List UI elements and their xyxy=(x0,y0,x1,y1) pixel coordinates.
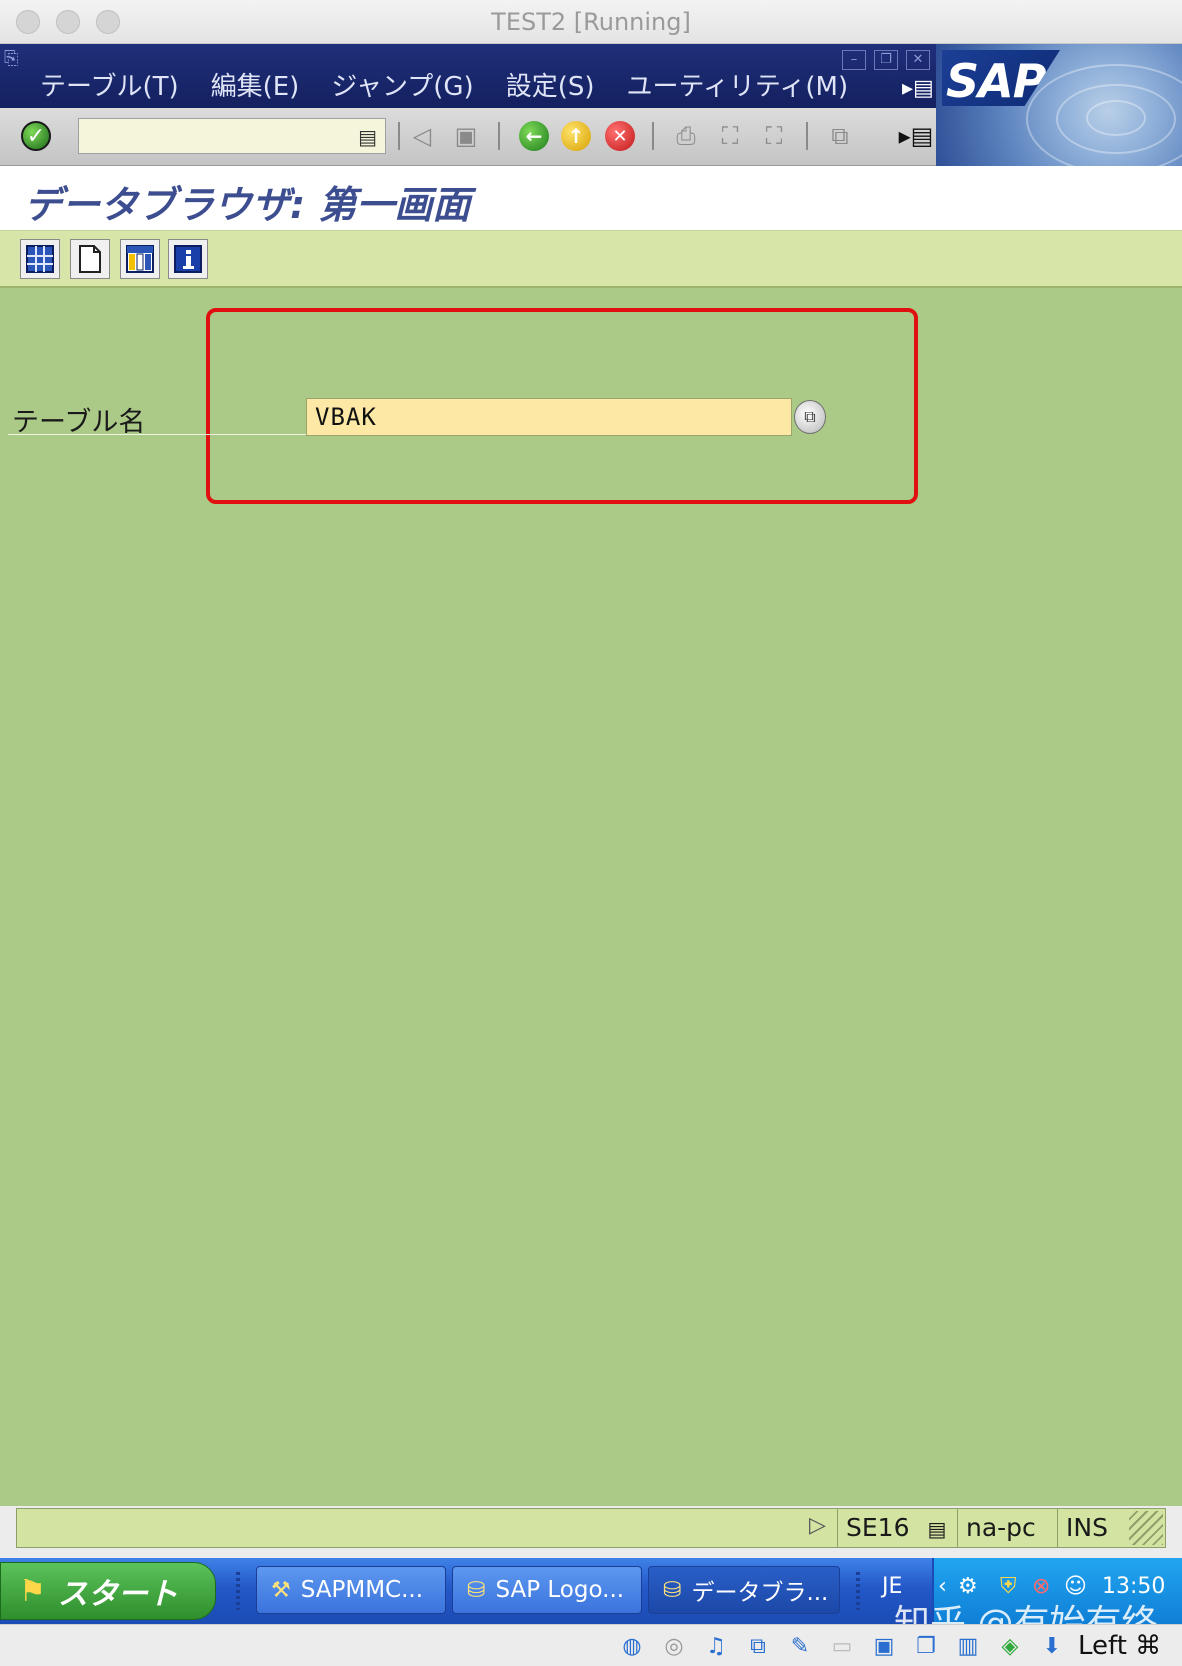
windows-flag-icon: ⚑ xyxy=(19,1573,46,1609)
status-list-icon[interactable]: ▤ xyxy=(927,1517,946,1541)
display-icon[interactable]: ▣ xyxy=(868,1631,900,1661)
screen-title-bar: データブラウザ: 第一画面 xyxy=(0,166,1182,230)
up-arrow-icon: ↑ xyxy=(561,121,591,151)
enter-button[interactable]: ✓ xyxy=(18,118,54,154)
main-area: テーブル名 VBAK ⧉ xyxy=(0,288,1182,1506)
status-server: na-pc xyxy=(957,1509,1057,1547)
layout-menu-button[interactable]: ▸▤ xyxy=(898,118,934,154)
find-next-button[interactable]: ⛶ xyxy=(756,118,792,154)
screen-title: データブラウザ: 第一画面 xyxy=(24,183,471,227)
start-button[interactable]: ⚑ スタート xyxy=(0,1562,216,1620)
hard-disk-icon[interactable]: ◍ xyxy=(616,1631,648,1661)
shared-folder-icon[interactable]: ▭ xyxy=(826,1631,858,1661)
sap-logo-area: SAP xyxy=(936,44,1182,166)
network-icon[interactable]: ⧉ xyxy=(742,1631,774,1661)
standard-toolbar: ✓ ▤ ◁ ▣ ← ↑ ✕ ⎙ ⛶ ⛶ ⧉ ▸▤ xyxy=(0,108,936,166)
status-expand-icon[interactable]: ▷ xyxy=(809,1513,826,1538)
command-history-icon[interactable]: ▤ xyxy=(358,125,377,149)
toolbar-separator xyxy=(398,122,400,150)
vm-device-icons: ◍ ◎ ♫ ⧉ ✎ ▭ ▣ ❐ ▥ ◈ ⬇ xyxy=(616,1631,1068,1661)
table-grid-icon xyxy=(26,245,54,273)
create-session-button[interactable]: ⧉ xyxy=(822,118,858,154)
capture-icon[interactable]: ❐ xyxy=(910,1631,942,1661)
sap-minimize-icon[interactable]: – xyxy=(842,50,866,70)
command-field[interactable]: ▤ xyxy=(78,118,386,154)
back-button[interactable]: ← xyxy=(516,118,552,154)
columns-icon xyxy=(126,245,154,273)
taskbar-grip xyxy=(236,1572,240,1610)
application-toolbar xyxy=(0,230,1182,288)
table-contents-button[interactable] xyxy=(20,239,60,279)
table-name-input[interactable]: VBAK xyxy=(306,398,792,436)
value-help-button[interactable]: ⧉ xyxy=(794,400,826,434)
status-bar: ▷ SE16 ▤ na-pc INS xyxy=(16,1508,1166,1548)
task-data-browser[interactable]: ⛁ データブラ... xyxy=(648,1566,840,1614)
sap-restore-icon[interactable]: ❐ xyxy=(874,50,898,70)
cancel-icon: ✕ xyxy=(605,121,635,151)
sap-close-icon[interactable]: ✕ xyxy=(906,50,930,70)
print-button[interactable]: ⎙ xyxy=(668,118,704,154)
value-help-icon: ⧉ xyxy=(804,407,816,426)
toolbar-separator xyxy=(652,122,654,150)
taskbar-grip xyxy=(856,1572,860,1610)
status-transaction: SE16 ▤ xyxy=(837,1509,957,1547)
task-label: SAP Logo... xyxy=(495,1577,625,1603)
menu-items: テーブル(T) 編集(E) ジャンプ(G) 設定(S) ユーティリティ(M) xyxy=(40,66,848,103)
audio-icon[interactable]: ♫ xyxy=(700,1631,732,1661)
menu-table[interactable]: テーブル(T) xyxy=(40,66,179,103)
vm-status-bar: ◍ ◎ ♫ ⧉ ✎ ▭ ▣ ❐ ▥ ◈ ⬇ Left ⌘ xyxy=(0,1624,1182,1666)
vm-titlebar: TEST2 [Running] xyxy=(0,0,1182,44)
start-label: スタート xyxy=(57,1577,178,1612)
sap-logon-icon: ⛁ xyxy=(467,1577,486,1603)
host-key-label: Left ⌘ xyxy=(1078,1631,1162,1661)
resize-grip[interactable] xyxy=(1129,1511,1163,1545)
menu-goto[interactable]: ジャンプ(G) xyxy=(331,66,473,103)
system-menu-icon[interactable]: ⎘ xyxy=(4,48,30,70)
task-label: SAPMMC... xyxy=(300,1577,424,1603)
check-icon: ✓ xyxy=(21,121,51,151)
task-sapmmc[interactable]: ⚒ SAPMMC... xyxy=(256,1566,446,1614)
optical-drive-icon[interactable]: ◎ xyxy=(658,1631,690,1661)
status-transaction-text: SE16 xyxy=(846,1513,910,1542)
sap-window-buttons: – ❐ ✕ xyxy=(842,50,930,70)
table-columns-button[interactable] xyxy=(120,239,160,279)
label-underline xyxy=(8,434,308,435)
info-icon xyxy=(174,245,202,273)
status-mode: INS xyxy=(1057,1509,1131,1547)
sap-gui-icon: ⛁ xyxy=(663,1577,682,1603)
ripple-decoration xyxy=(1086,100,1146,136)
menu-settings[interactable]: 設定(S) xyxy=(506,66,595,103)
collapse-command-button[interactable]: ◁ xyxy=(404,118,440,154)
customize-layout-icon[interactable]: ▸▤ xyxy=(902,76,934,101)
toolbar-separator xyxy=(498,122,500,150)
usb-icon[interactable]: ✎ xyxy=(784,1631,816,1661)
blank-document-icon xyxy=(79,245,101,273)
sapmmc-icon: ⚒ xyxy=(271,1577,291,1603)
save-button[interactable]: ▣ xyxy=(448,118,484,154)
toolbar-separator xyxy=(806,122,808,150)
task-sap-logon[interactable]: ⛁ SAP Logo... xyxy=(452,1566,642,1614)
info-button[interactable] xyxy=(168,239,208,279)
cancel-button[interactable]: ✕ xyxy=(602,118,638,154)
download-icon[interactable]: ⬇ xyxy=(1036,1631,1068,1661)
window-title: TEST2 [Running] xyxy=(491,8,691,36)
menu-utilities[interactable]: ユーティリティ(M) xyxy=(626,66,848,103)
find-button[interactable]: ⛶ xyxy=(712,118,748,154)
back-arrow-icon: ← xyxy=(519,121,549,151)
task-label: データブラ... xyxy=(691,1580,829,1606)
exit-button[interactable]: ↑ xyxy=(558,118,594,154)
create-entries-button[interactable] xyxy=(70,239,110,279)
virtualization-icon[interactable]: ▥ xyxy=(952,1631,984,1661)
menu-edit[interactable]: 編集(E) xyxy=(211,66,300,103)
guest-additions-icon[interactable]: ◈ xyxy=(994,1631,1026,1661)
